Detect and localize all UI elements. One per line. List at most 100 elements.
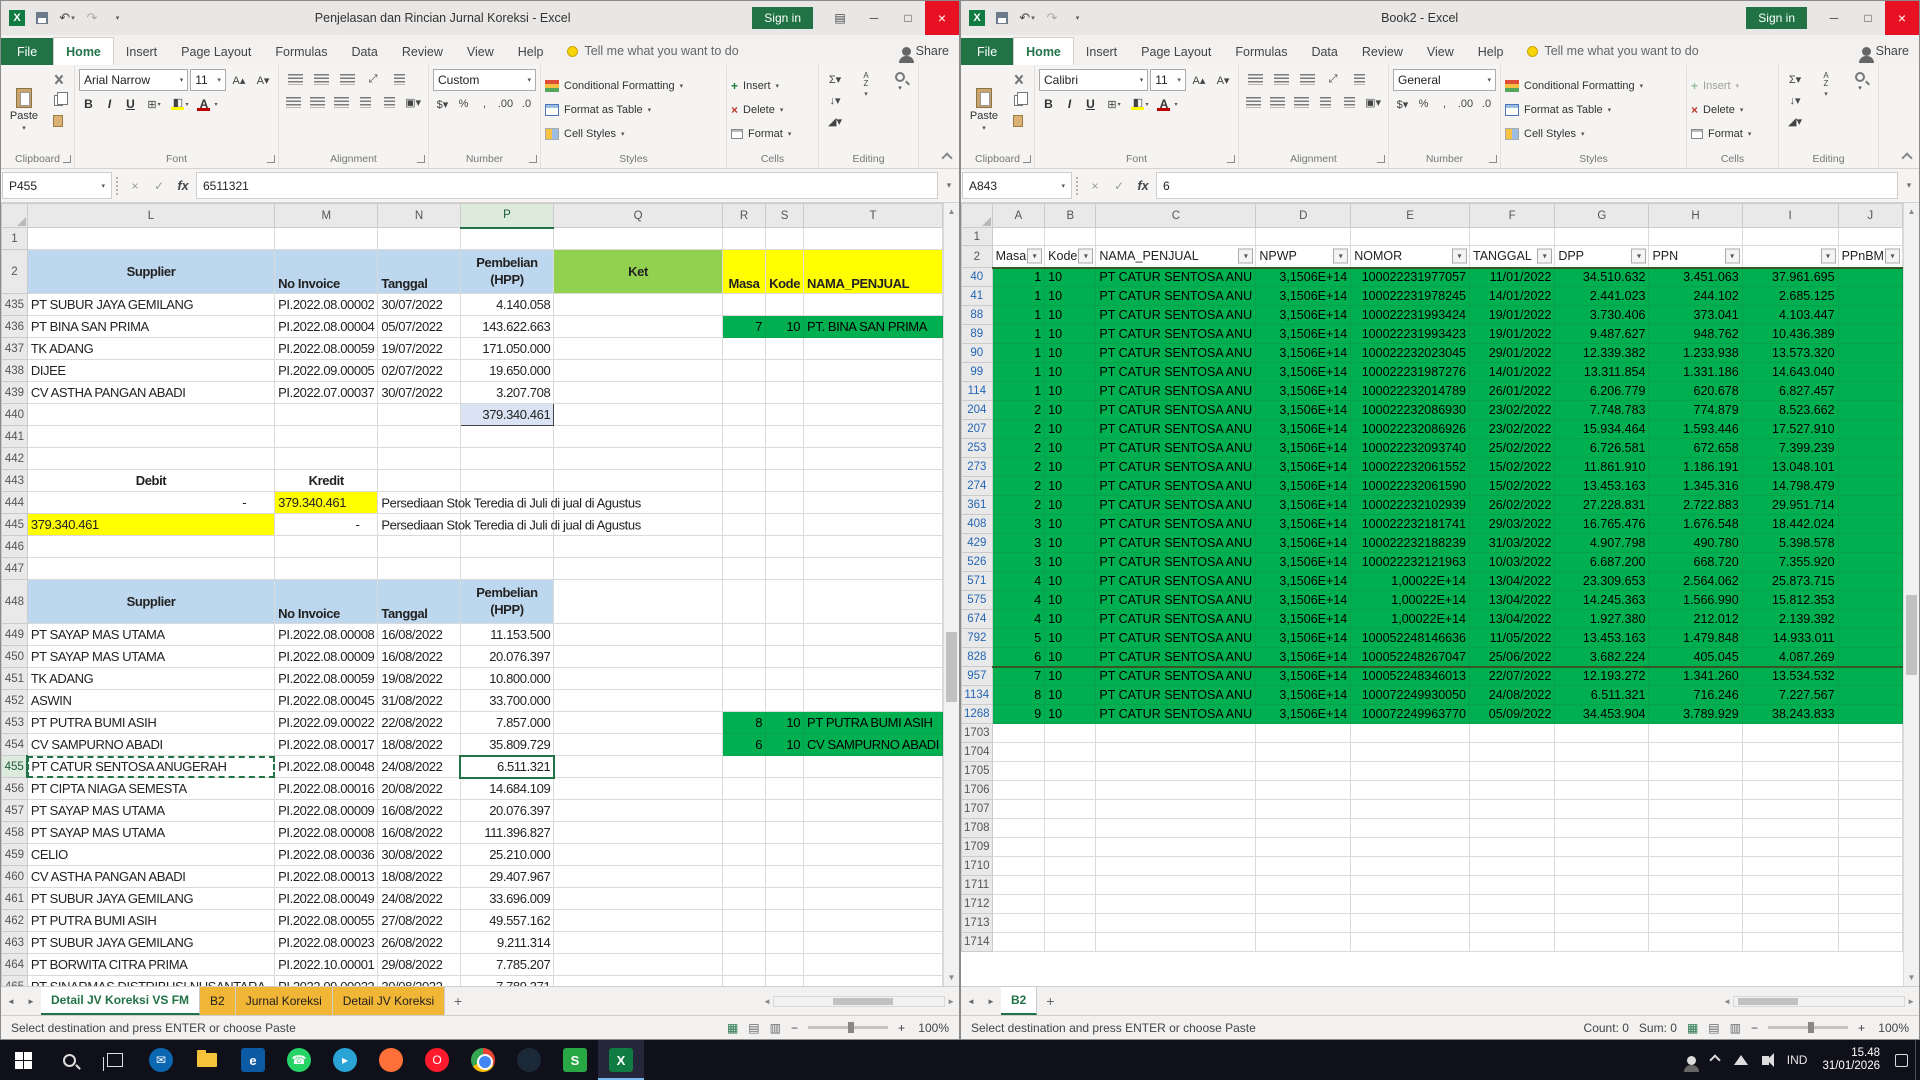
cell[interactable]: 3 [992,534,1045,553]
cell[interactable]: 2 [992,477,1045,496]
cell[interactable]: 29.951.714 [1742,496,1838,515]
cell[interactable] [1838,344,1902,363]
row-header[interactable]: 463 [2,932,28,954]
cell[interactable] [1045,724,1096,743]
cell[interactable] [1838,439,1902,458]
cell[interactable]: 100022231987276 [1351,363,1470,382]
page-break-view-button[interactable]: ▥ [770,1021,781,1035]
cell[interactable]: 31/03/2022 [1470,534,1555,553]
cell[interactable]: 774.879 [1649,401,1742,420]
cell[interactable]: 12.193.272 [1555,667,1649,686]
excel-icon[interactable]: X [598,1040,644,1080]
cell[interactable]: 29.407.967 [460,866,554,888]
start-button[interactable] [0,1040,46,1080]
cell[interactable]: 100052248146636 [1351,629,1470,648]
row-header[interactable]: 454 [2,734,28,756]
row-header[interactable]: 1706 [962,781,993,800]
cell[interactable] [554,866,723,888]
cell[interactable]: 10 [1045,382,1096,401]
cell[interactable]: Persediaan Stok Teredia di Juli di jual … [378,492,460,514]
cell[interactable]: 10 [1045,705,1096,724]
cell[interactable]: 100022231993424 [1351,306,1470,325]
cell[interactable] [1742,819,1838,838]
cell[interactable] [1838,534,1902,553]
cell[interactable]: 716.246 [1649,686,1742,705]
cell[interactable] [722,668,765,690]
cell[interactable] [1045,876,1096,895]
cell[interactable]: PI.2022.08.00023 [275,932,378,954]
cell[interactable]: 100022232093740 [1351,439,1470,458]
undo-button[interactable]: ↶▾ [55,5,79,31]
cell[interactable] [1045,819,1096,838]
cell[interactable]: PT PUTRA BUMI ASIH [804,712,943,734]
cell[interactable]: 7 [992,667,1045,686]
row-header[interactable]: 429 [962,534,993,553]
cell[interactable]: 24/08/2022 [1470,686,1555,705]
cell[interactable] [1838,401,1902,420]
accounting-format-button[interactable]: $▾ [433,94,452,114]
cell[interactable]: 3.207.708 [460,382,554,404]
row-header[interactable]: 435 [2,294,28,316]
cell[interactable]: 26/01/2022 [1470,382,1555,401]
row-header[interactable]: 1714 [962,933,993,952]
cell[interactable]: 3,1506E+14 [1256,705,1351,724]
cell[interactable] [766,954,804,976]
cell[interactable]: 26/08/2022 [378,932,460,954]
row-header[interactable]: 464 [2,954,28,976]
cell[interactable] [554,360,723,382]
row-header[interactable]: 253 [962,439,993,458]
cell[interactable] [1838,515,1902,534]
row-header[interactable]: 1710 [962,857,993,876]
cell[interactable] [804,624,943,646]
ribbon-tab-file[interactable]: File [961,38,1013,65]
cell[interactable]: PT CATUR SENTOSA ANU [1096,591,1256,610]
cell[interactable]: 3.682.224 [1555,648,1649,667]
cell[interactable] [1256,895,1351,914]
row-header[interactable]: 1 [962,228,993,246]
cell[interactable]: PT. BINA SAN PRIMA [804,316,943,338]
cell[interactable] [766,690,804,712]
cell[interactable]: 3,1506E+14 [1256,306,1351,325]
cell[interactable]: 6 [992,648,1045,667]
number-dialog-launcher[interactable] [529,155,537,163]
autosum-button[interactable]: Σ▾ [823,69,847,89]
cell[interactable] [1045,933,1096,952]
cell[interactable]: 16/08/2022 [378,800,460,822]
cell[interactable]: 620.678 [1649,382,1742,401]
cell[interactable]: PI.2022.08.00002 [275,294,378,316]
filter-button[interactable]: ▾ [1333,249,1348,264]
row-header[interactable]: 957 [962,667,993,686]
clear-button[interactable]: ◢▾ [1783,111,1807,131]
cell[interactable] [554,800,723,822]
filter-button[interactable]: ▾ [1631,249,1646,264]
cell[interactable]: PT SUBUR JAYA GEMILANG [27,932,274,954]
cell[interactable]: 5.398.578 [1742,534,1838,553]
cell[interactable] [1351,743,1470,762]
cell[interactable] [992,781,1045,800]
row-header[interactable]: 456 [2,778,28,800]
delete-cells-button[interactable]: ×Delete▾ [1691,99,1751,120]
cell[interactable]: 1 [992,344,1045,363]
zoom-level[interactable]: 100% [915,1021,949,1035]
cell[interactable]: 30/07/2022 [378,294,460,316]
sheet-tab-b2[interactable]: B2 [200,987,236,1015]
sheet-nav-left-button[interactable]: ◄ [1,987,21,1015]
cell[interactable] [766,866,804,888]
cell[interactable]: PT CATUR SENTOSA ANU [1096,686,1256,705]
cell[interactable] [378,558,460,580]
filter-button[interactable]: ▾ [1238,249,1253,264]
cell[interactable]: PT CATUR SENTOSA ANU [1096,458,1256,477]
cell[interactable]: PT CIPTA NIAGA SEMESTA [27,778,274,800]
column-header[interactable]: G [1555,204,1649,228]
cell[interactable]: TK ADANG [27,338,274,360]
insert-cells-button[interactable]: +Insert▾ [731,75,791,96]
column-header[interactable]: A [992,204,1045,228]
file-explorer-icon[interactable] [184,1040,230,1080]
cell[interactable]: 10 [1045,268,1096,287]
cell[interactable] [554,910,723,932]
ribbon-tab-formulas[interactable]: Formulas [1223,38,1299,65]
row-header[interactable]: 1708 [962,819,993,838]
row-header[interactable]: 526 [962,553,993,572]
cell[interactable] [1351,857,1470,876]
cell[interactable]: 7 [722,316,765,338]
